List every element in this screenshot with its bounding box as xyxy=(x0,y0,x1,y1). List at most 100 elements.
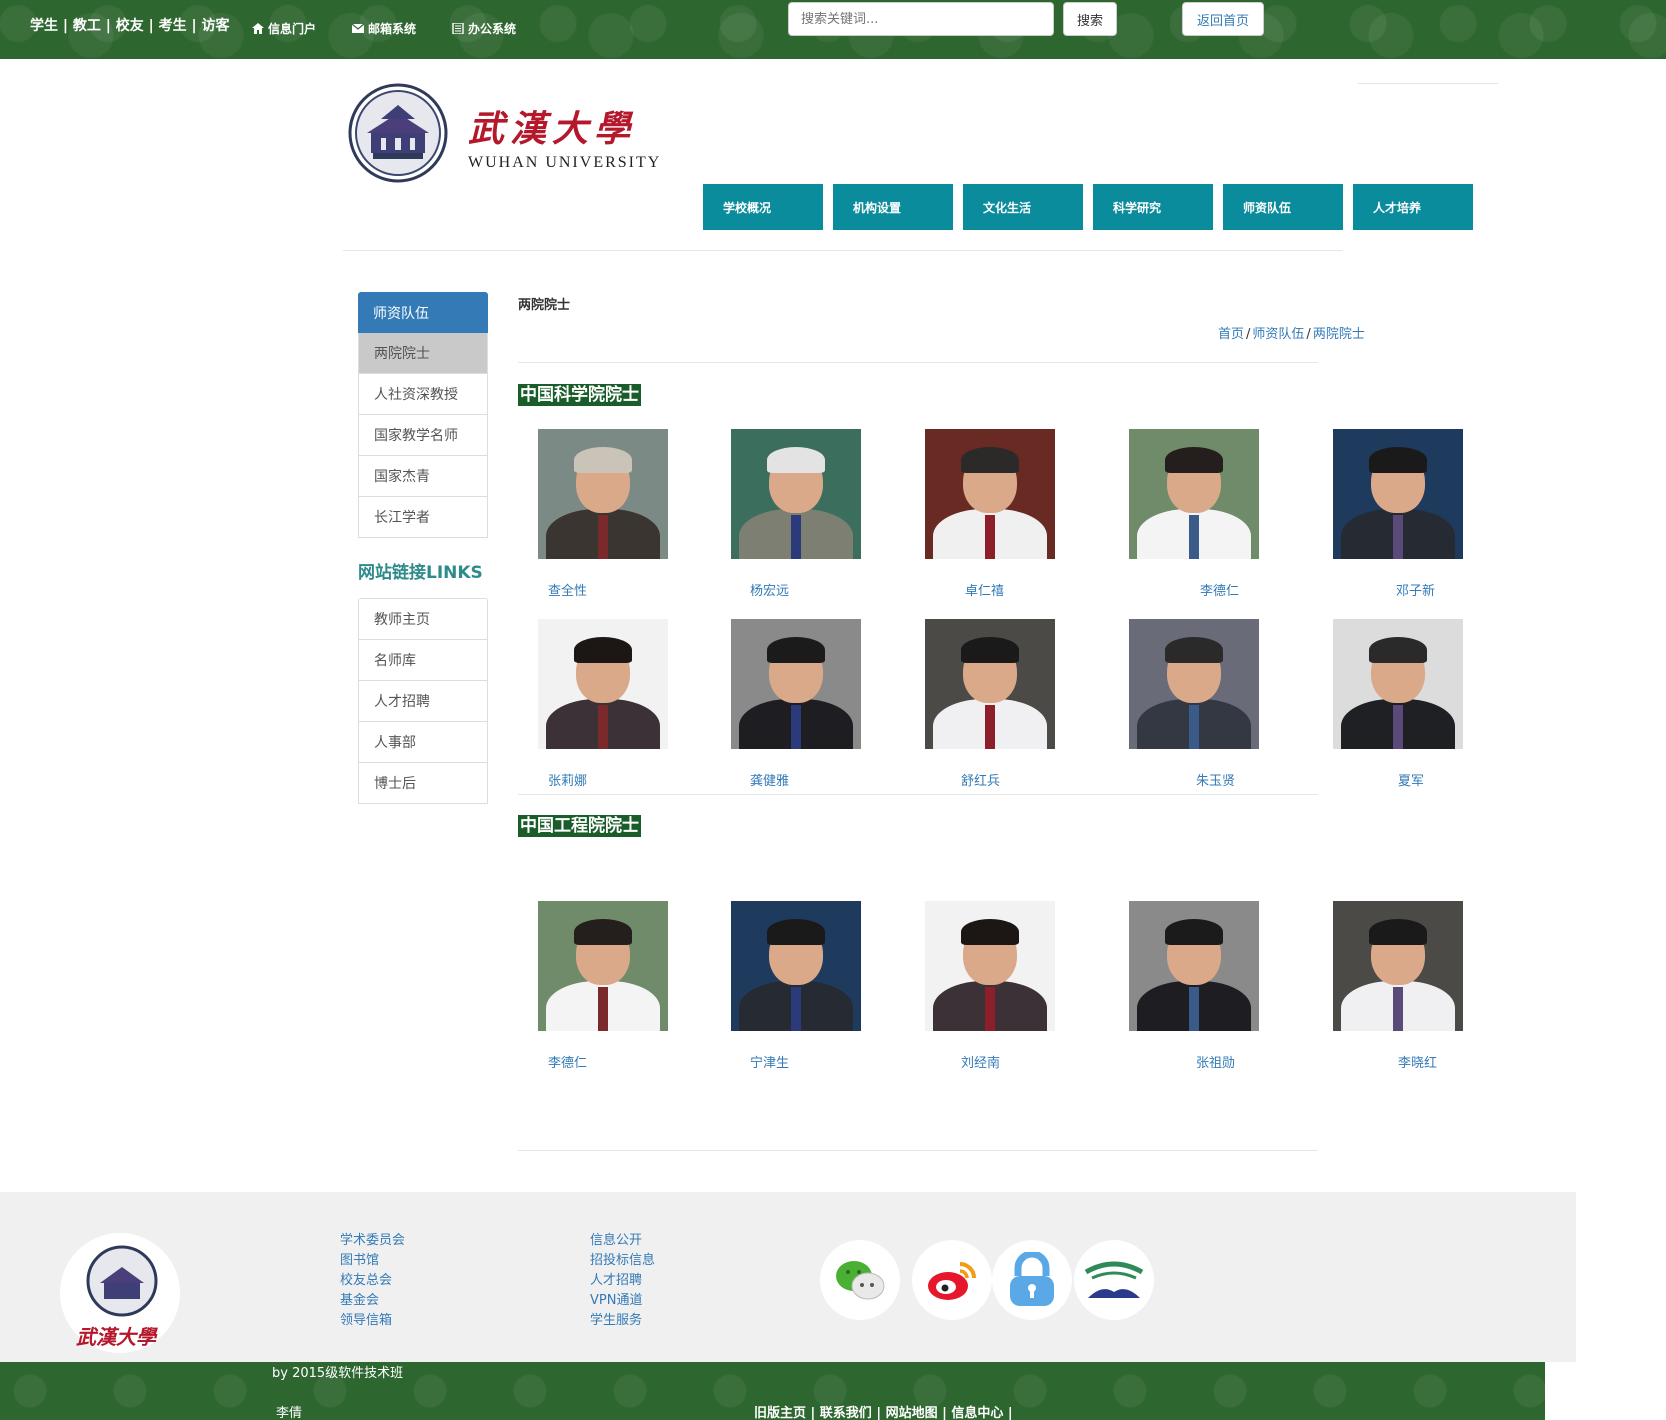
library-button[interactable] xyxy=(1074,1240,1154,1320)
link-postdoc[interactable]: 博士后 xyxy=(358,763,488,804)
university-name-en: WUHAN UNIVERSITY xyxy=(468,154,662,171)
nav-research[interactable]: 科学研究 xyxy=(1093,184,1213,230)
academician-card[interactable] xyxy=(925,429,1055,559)
footer-link-library[interactable]: 图书馆 xyxy=(340,1251,405,1271)
academician-card[interactable] xyxy=(1129,619,1259,749)
footer-link-academic-committee[interactable]: 学术委员会 xyxy=(340,1231,405,1251)
academician-name[interactable]: 龚健雅 xyxy=(750,770,789,789)
sidebar-item-distinguished-young[interactable]: 国家杰青 xyxy=(358,456,488,497)
nav-school-overview[interactable]: 学校概况 xyxy=(703,184,823,230)
footer-link-vpn[interactable]: VPN通道 xyxy=(590,1291,655,1311)
sidebar-item-changjiang-scholars[interactable]: 长江学者 xyxy=(358,497,488,538)
academician-card[interactable] xyxy=(1333,901,1463,1031)
role-links[interactable]: 学生 | 教工 | 校友 | 考生 | 访客 xyxy=(30,15,229,35)
footer-link-student-services[interactable]: 学生服务 xyxy=(590,1311,655,1331)
academician-card[interactable] xyxy=(731,619,861,749)
academician-card[interactable] xyxy=(925,619,1055,749)
academician-photo[interactable] xyxy=(538,619,668,749)
academician-name[interactable]: 卓仁禧 xyxy=(965,580,1004,599)
search-button[interactable]: 搜索 xyxy=(1063,2,1117,36)
academician-card[interactable] xyxy=(1333,429,1463,559)
footer-link-bidding[interactable]: 招投标信息 xyxy=(590,1251,655,1271)
academician-photo[interactable] xyxy=(1333,901,1463,1031)
footer-link-foundation[interactable]: 基金会 xyxy=(340,1291,405,1311)
weibo-button[interactable] xyxy=(912,1240,992,1320)
academician-photo[interactable] xyxy=(925,429,1055,559)
academician-photo[interactable] xyxy=(1129,619,1259,749)
academician-card[interactable] xyxy=(731,429,861,559)
academician-name[interactable]: 舒红兵 xyxy=(961,770,1000,789)
academician-photo[interactable] xyxy=(1129,429,1259,559)
wechat-button[interactable] xyxy=(820,1240,900,1320)
academician-card[interactable] xyxy=(731,901,861,1031)
credit-text: by 2015级软件技术班 xyxy=(272,1366,404,1381)
academician-card[interactable] xyxy=(1333,619,1463,749)
academician-photo[interactable] xyxy=(925,901,1055,1031)
academician-card[interactable] xyxy=(1129,429,1259,559)
footer-link-alumni[interactable]: 校友总会 xyxy=(340,1271,405,1291)
nav-talent-training[interactable]: 人才培养 xyxy=(1353,184,1473,230)
academician-photo[interactable] xyxy=(731,901,861,1031)
link-famous-teachers[interactable]: 名师库 xyxy=(358,640,488,681)
nav-faculty[interactable]: 师资队伍 xyxy=(1223,184,1343,230)
academician-name[interactable]: 李德仁 xyxy=(548,1052,587,1071)
bottom-bar: by 2015级软件技术班 李倩 旧版主页 | 联系我们 | 网站地图 | 信息… xyxy=(0,1362,1545,1420)
university-seal-logo[interactable] xyxy=(343,83,453,183)
academician-name[interactable]: 杨宏远 xyxy=(750,580,789,599)
academician-photo[interactable] xyxy=(1333,619,1463,749)
academician-name[interactable]: 刘经南 xyxy=(961,1052,1000,1071)
academician-name[interactable]: 邓子新 xyxy=(1396,580,1435,599)
weibo-icon xyxy=(928,1262,976,1300)
header-separator xyxy=(343,250,1343,251)
academician-photo[interactable] xyxy=(925,619,1055,749)
sidebar-item-teaching-masters[interactable]: 国家教学名师 xyxy=(358,415,488,456)
academician-name[interactable]: 李德仁 xyxy=(1200,580,1239,599)
sidebar-menu: 师资队伍 两院院士 人社资深教授 国家教学名师 国家杰青 长江学者 xyxy=(358,292,488,538)
academician-card[interactable] xyxy=(1129,901,1259,1031)
nav-culture-life[interactable]: 文化生活 xyxy=(963,184,1083,230)
academician-card[interactable] xyxy=(538,901,668,1031)
nav-organization[interactable]: 机构设置 xyxy=(833,184,953,230)
academician-name[interactable]: 张莉娜 xyxy=(548,770,587,789)
academician-name[interactable]: 宁津生 xyxy=(750,1052,789,1071)
section-divider xyxy=(518,794,1318,795)
breadcrumb-faculty[interactable]: 师资队伍 xyxy=(1252,327,1304,342)
academician-name[interactable]: 李晓红 xyxy=(1398,1052,1437,1071)
academician-card[interactable] xyxy=(538,429,668,559)
footer-link-recruitment[interactable]: 人才招聘 xyxy=(590,1271,655,1291)
header-divider xyxy=(1358,83,1498,84)
sidebar-heading[interactable]: 师资队伍 xyxy=(358,292,488,333)
link-personnel-dept[interactable]: 人事部 xyxy=(358,722,488,763)
breadcrumb-home[interactable]: 首页 xyxy=(1218,327,1244,342)
search-input[interactable] xyxy=(788,2,1054,36)
academician-photo[interactable] xyxy=(1129,901,1259,1031)
academician-name[interactable]: 朱玉贤 xyxy=(1196,770,1235,789)
breadcrumb-current[interactable]: 两院院士 xyxy=(1313,327,1365,342)
academician-photo[interactable] xyxy=(731,429,861,559)
academician-photo[interactable] xyxy=(1333,429,1463,559)
footer-seal-logo[interactable]: 武漢大學 xyxy=(60,1233,180,1353)
mail-link[interactable]: 邮箱系统 xyxy=(352,20,416,37)
envelope-icon xyxy=(352,23,364,33)
footer-link-leader-mailbox[interactable]: 领导信箱 xyxy=(340,1311,405,1331)
academician-card[interactable] xyxy=(925,901,1055,1031)
academician-card[interactable] xyxy=(538,619,668,749)
academician-name[interactable]: 夏军 xyxy=(1398,770,1424,789)
mail-label: 邮箱系统 xyxy=(368,22,417,36)
sidebar-item-academicians[interactable]: 两院院士 xyxy=(358,333,488,374)
office-link[interactable]: 办公系统 xyxy=(452,20,516,37)
link-recruitment[interactable]: 人才招聘 xyxy=(358,681,488,722)
sidebar-item-senior-professors[interactable]: 人社资深教授 xyxy=(358,374,488,415)
academician-photo[interactable] xyxy=(538,429,668,559)
link-teacher-homepage[interactable]: 教师主页 xyxy=(358,599,488,640)
return-home-button[interactable]: 返回首页 xyxy=(1182,2,1264,36)
academician-photo[interactable] xyxy=(538,901,668,1031)
main-nav: 学校概况 机构设置 文化生活 科学研究 师资队伍 人才培养 xyxy=(703,184,1473,230)
academician-name[interactable]: 张祖勋 xyxy=(1196,1052,1235,1071)
bottom-links[interactable]: 旧版主页 | 联系我们 | 网站地图 | 信息中心 | xyxy=(754,1402,1013,1420)
academician-photo[interactable] xyxy=(731,619,861,749)
portal-link[interactable]: 信息门户 xyxy=(252,20,316,37)
vpn-lock-button[interactable] xyxy=(992,1240,1072,1320)
academician-name[interactable]: 查全性 xyxy=(548,580,587,599)
footer-link-info-disclosure[interactable]: 信息公开 xyxy=(590,1231,655,1251)
